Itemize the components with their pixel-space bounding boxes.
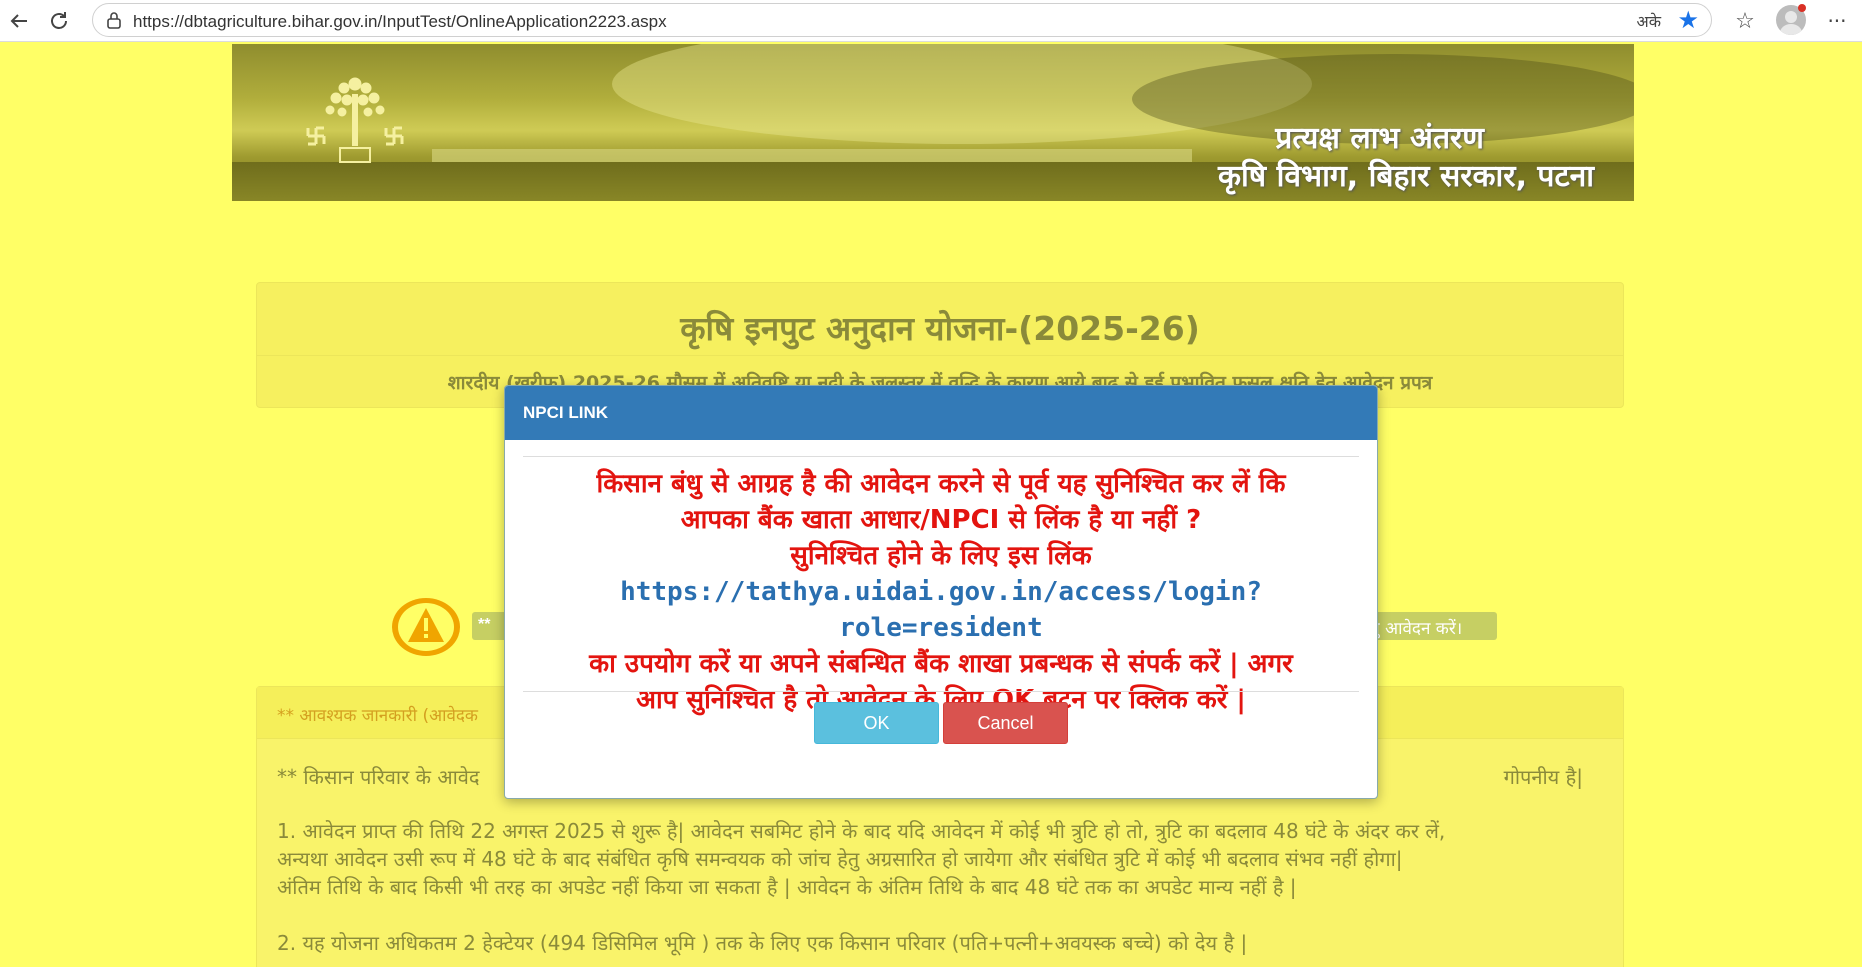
dialog-message: किसान बंधु से आग्रह है की आवेदन करने से … (523, 466, 1359, 718)
divider (523, 456, 1359, 457)
more-icon[interactable]: ··· (1822, 6, 1852, 36)
ok-button[interactable]: OK (814, 702, 939, 744)
lock-icon[interactable] (105, 11, 123, 29)
info-line-4: 2. यह योजना अधिकतम 2 हेक्टेयर (494 डिसिम… (277, 931, 1248, 955)
dialog-message-line5: आप सुनिश्चित है तो आवेदन के लिए OK बटन प… (636, 685, 1246, 715)
favorites-icon[interactable]: ☆ (1730, 6, 1760, 36)
dialog-message-line2: आपका बैंक खाता आधार/NPCI से लिंक है या न… (680, 505, 1202, 535)
dialog-message-line3: सुनिश्चित होने के लिए इस लिंक (790, 541, 1092, 571)
banner-title-line1: प्रत्यक्ष लाभ अंतरण (1275, 121, 1484, 156)
info-line-2: अन्यथा आवेदन उसी रूप में 48 घंटे के बाद … (277, 847, 1403, 871)
info-line-1: 1. आवेदन प्राप्त की तिथि 22 अगस्त 2025 स… (277, 819, 1446, 843)
read-aloud-icon[interactable]: अके (1636, 10, 1661, 32)
cancel-button[interactable]: Cancel (943, 702, 1068, 744)
uidai-link[interactable]: https://tathya.uidai.gov.in/access/login… (523, 574, 1359, 646)
star-icon[interactable]: ★ (1677, 6, 1699, 34)
divider (523, 691, 1359, 692)
notification-dot (1798, 4, 1806, 12)
dialog-message-line4: का उपयोग करें या अपने संबन्धित बैंक शाखा… (589, 649, 1293, 679)
info-line-0-right: गोपनीय है| (1503, 765, 1583, 789)
header-banner: प्रत्यक्ष लाभ अंतरण कृषि विभाग, बिहार सर… (232, 44, 1634, 201)
info-line-3: अंतिम तिथि के बाद किसी भी तरह का अपडेट न… (277, 875, 1297, 899)
address-bar[interactable]: https://dbtagriculture.bihar.gov.in/Inpu… (92, 3, 1712, 37)
dialog-message-line1: किसान बंधु से आग्रह है की आवेदन करने से … (596, 469, 1286, 499)
bihar-government-logo (306, 77, 404, 163)
notice-badge-right: तु आवेदन करें। (1366, 612, 1497, 640)
back-icon[interactable] (4, 6, 34, 36)
url-text[interactable]: https://dbtagriculture.bihar.gov.in/Inpu… (133, 12, 667, 32)
divider (257, 355, 1623, 356)
page-title: कृषि इनपुट अनुदान योजना-(2025-26) (680, 309, 1200, 348)
dialog-title: NPCI LINK (523, 403, 608, 422)
info-line-0: ** किसान परिवार के आवेद (277, 765, 480, 789)
banner-title-line2: कृषि विभाग, बिहार सरकार, पटना (1218, 159, 1594, 194)
warning-icon (392, 598, 460, 656)
dialog-header: NPCI LINK (505, 386, 1377, 440)
npci-link-dialog: NPCI LINK किसान बंधु से आग्रह है की आवेद… (504, 385, 1378, 799)
browser-toolbar: https://dbtagriculture.bihar.gov.in/Inpu… (0, 0, 1862, 42)
refresh-icon[interactable] (44, 6, 74, 36)
info-heading: ** आवश्यक जानकारी (आवेदक (277, 706, 478, 726)
